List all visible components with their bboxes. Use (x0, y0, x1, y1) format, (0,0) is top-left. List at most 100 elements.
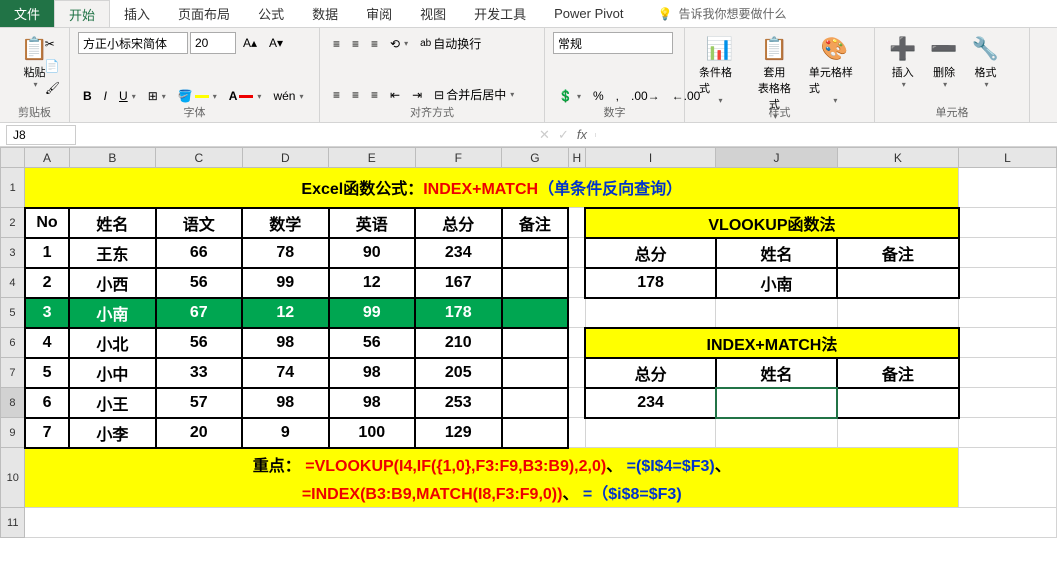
cell[interactable] (837, 268, 958, 298)
delete-cells-button[interactable]: ➖删除▾ (924, 32, 963, 93)
cell[interactable]: 129 (415, 418, 501, 448)
cell[interactable]: 90 (329, 238, 415, 268)
increase-decimal-button[interactable]: .00→ (626, 86, 665, 106)
align-middle-button[interactable]: ≡ (347, 34, 364, 54)
cell[interactable]: 12 (242, 298, 328, 328)
cell-styles-button[interactable]: 🎨单元格样式▾ (803, 32, 866, 109)
cell[interactable]: 178 (585, 268, 715, 298)
phonetic-button[interactable]: wén▾ (268, 86, 308, 106)
tab-dev[interactable]: 开发工具 (460, 0, 540, 27)
align-top-button[interactable]: ≡ (328, 34, 345, 54)
cell[interactable] (502, 358, 569, 388)
cell[interactable] (716, 418, 837, 448)
cell[interactable]: 100 (329, 418, 415, 448)
cell[interactable] (585, 298, 715, 328)
cell[interactable]: 9 (242, 418, 328, 448)
align-left-button[interactable]: ≡ (328, 85, 345, 105)
cell[interactable] (837, 388, 958, 418)
cell[interactable] (568, 418, 585, 448)
percent-button[interactable]: % (588, 86, 609, 106)
cell[interactable]: 56 (329, 328, 415, 358)
cell[interactable]: 备注 (502, 208, 569, 238)
border-button[interactable]: ⊞▾ (143, 86, 171, 106)
row-header[interactable]: 7 (1, 358, 25, 388)
cell[interactable]: 234 (585, 388, 715, 418)
row-header[interactable]: 2 (1, 208, 25, 238)
col-header[interactable]: J (716, 148, 837, 168)
insert-cells-button[interactable]: ➕插入▾ (883, 32, 922, 93)
tab-layout[interactable]: 页面布局 (164, 0, 244, 27)
cell[interactable] (959, 448, 1057, 508)
cell[interactable]: 4 (25, 328, 69, 358)
cell[interactable]: 英语 (329, 208, 415, 238)
cell[interactable] (568, 268, 585, 298)
cell[interactable]: 99 (329, 298, 415, 328)
cell[interactable]: 57 (156, 388, 242, 418)
cell[interactable]: 小南 (716, 268, 837, 298)
cell[interactable] (568, 328, 585, 358)
bold-button[interactable]: B (78, 86, 97, 106)
tab-insert[interactable]: 插入 (110, 0, 164, 27)
cell[interactable] (502, 388, 569, 418)
conditional-format-button[interactable]: 📊条件格式▾ (693, 32, 746, 109)
cell[interactable]: 语文 (156, 208, 242, 238)
cell[interactable]: 总分 (585, 238, 715, 268)
font-name-select[interactable] (78, 32, 188, 54)
cell[interactable] (568, 388, 585, 418)
cell[interactable]: 56 (156, 268, 242, 298)
cell[interactable] (837, 418, 958, 448)
col-header[interactable]: A (25, 148, 69, 168)
select-all-corner[interactable] (1, 148, 25, 168)
cell[interactable]: VLOOKUP函数法 (585, 208, 958, 238)
cell[interactable] (959, 328, 1057, 358)
title-cell[interactable]: Excel函数公式：INDEX+MATCH（单条件反向查询） (25, 168, 959, 208)
col-header[interactable]: E (329, 148, 415, 168)
cell[interactable] (502, 238, 569, 268)
cell[interactable]: 小西 (69, 268, 155, 298)
wrap-text-button[interactable]: ab 自动换行 (415, 32, 486, 55)
number-format-select[interactable] (553, 32, 673, 54)
row-header[interactable]: 9 (1, 418, 25, 448)
formula-bar[interactable] (595, 133, 1057, 137)
tab-data[interactable]: 数据 (298, 0, 352, 27)
cell[interactable]: 小李 (69, 418, 155, 448)
cell[interactable]: 78 (242, 238, 328, 268)
tab-review[interactable]: 审阅 (352, 0, 406, 27)
font-color-button[interactable]: A▾ (224, 86, 267, 106)
col-header[interactable]: I (585, 148, 715, 168)
align-center-button[interactable]: ≡ (347, 85, 364, 105)
cell[interactable]: 数学 (242, 208, 328, 238)
name-box[interactable] (6, 125, 76, 145)
cell[interactable]: 3 (25, 298, 69, 328)
format-painter-button[interactable]: 🖌 (40, 78, 65, 98)
cell[interactable]: 253 (415, 388, 501, 418)
row-header[interactable]: 6 (1, 328, 25, 358)
cell[interactable]: 小王 (69, 388, 155, 418)
align-bottom-button[interactable]: ≡ (366, 34, 383, 54)
row-header[interactable]: 5 (1, 298, 25, 328)
cell[interactable]: 178 (415, 298, 501, 328)
cell[interactable]: 12 (329, 268, 415, 298)
footer-cell[interactable]: 重点： =VLOOKUP(I4,IF({1,0},F3:F9,B3:B9),2,… (25, 448, 959, 508)
cell[interactable] (568, 358, 585, 388)
row-header[interactable]: 3 (1, 238, 25, 268)
cell[interactable]: 98 (242, 388, 328, 418)
confirm-formula-button[interactable]: ✓ (558, 127, 569, 143)
col-header[interactable]: L (959, 148, 1057, 168)
cell[interactable] (959, 168, 1057, 208)
cell[interactable]: 33 (156, 358, 242, 388)
indent-increase-button[interactable]: ⇥ (407, 85, 427, 105)
merge-center-button[interactable]: ⊟ 合并后居中▾ (429, 83, 519, 106)
cell[interactable] (568, 238, 585, 268)
active-cell[interactable] (716, 388, 837, 418)
row-header[interactable]: 4 (1, 268, 25, 298)
cell[interactable]: 205 (415, 358, 501, 388)
tab-home[interactable]: 开始 (54, 0, 110, 27)
cell[interactable]: No (25, 208, 69, 238)
cell[interactable]: 王东 (69, 238, 155, 268)
orientation-button[interactable]: ⟲▾ (385, 34, 413, 54)
col-header[interactable]: K (837, 148, 958, 168)
copy-button[interactable]: 📄 (40, 56, 65, 76)
cell[interactable] (502, 328, 569, 358)
row-header[interactable]: 1 (1, 168, 25, 208)
